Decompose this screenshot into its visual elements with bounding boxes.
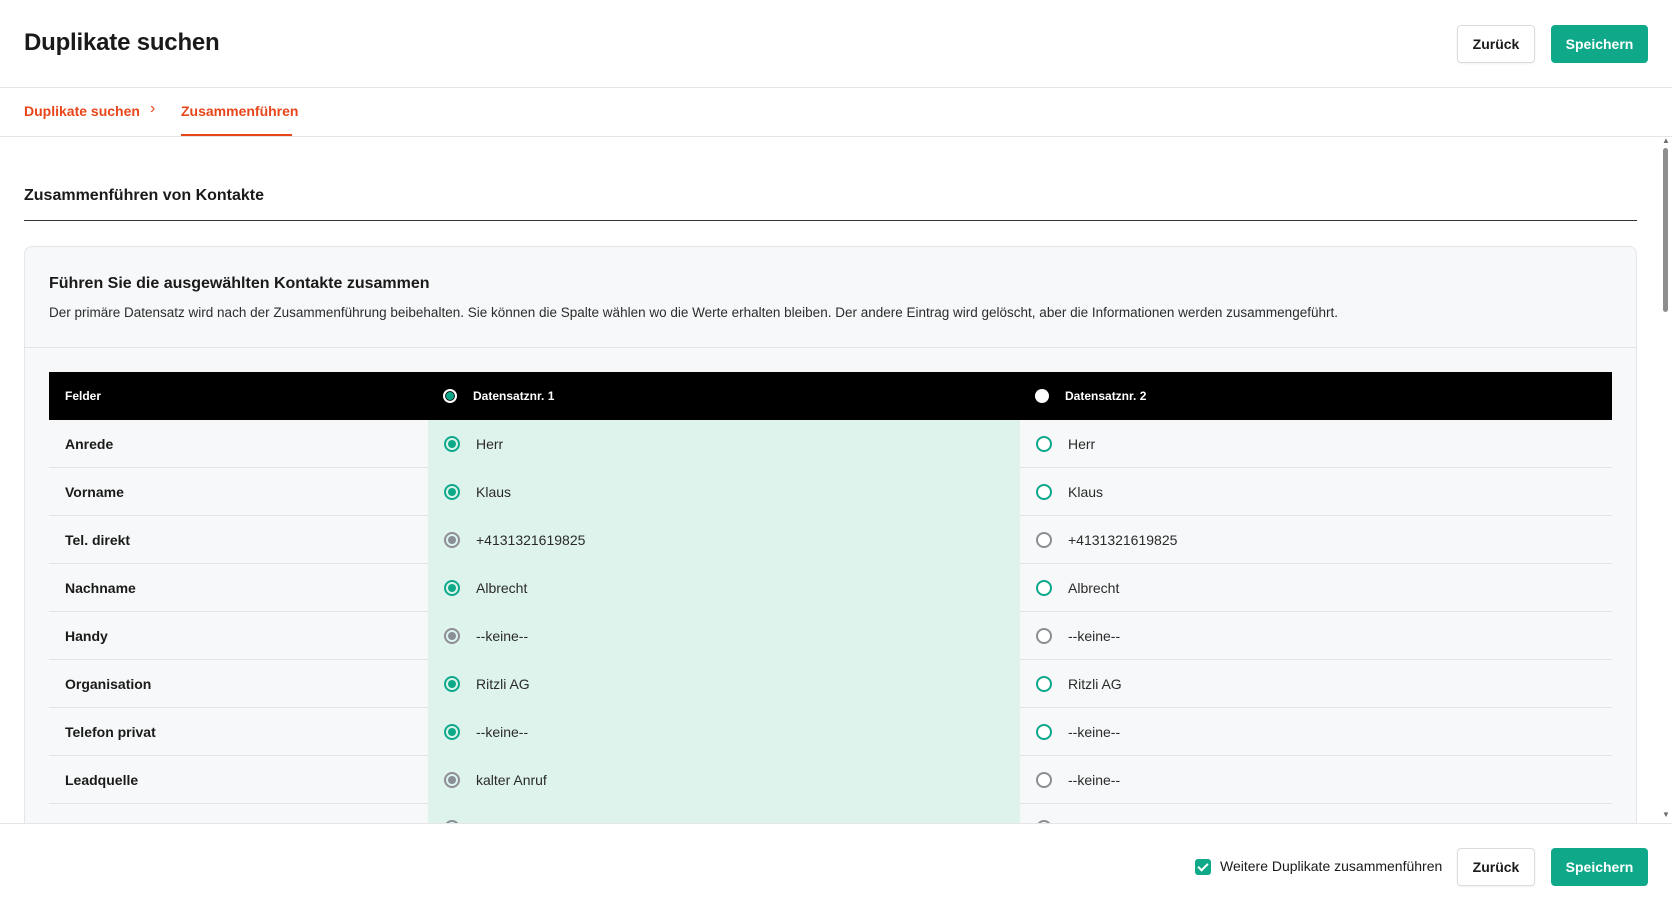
record-1-value: kalter Anruf: [476, 772, 547, 788]
column-header-fields: Felder: [65, 389, 102, 403]
record-1-value: Ritzli AG: [476, 676, 530, 692]
record-2-value-cell[interactable]: Ritzli AG: [1020, 660, 1612, 708]
record-2-value-radio[interactable]: [1036, 676, 1052, 692]
field-name: Leadquelle: [65, 772, 139, 788]
table-row: Handy --keine-- --keine--: [49, 612, 1612, 660]
record-1-value-cell[interactable]: Albrecht: [428, 564, 1020, 612]
table-row: Nachname Albrecht Albrecht: [49, 564, 1612, 612]
chevron-right-icon: ›: [150, 100, 156, 117]
save-button[interactable]: Speichern: [1551, 25, 1648, 63]
record-1-value: --keine--: [476, 628, 529, 644]
footer-save-button[interactable]: Speichern: [1551, 848, 1648, 886]
record-2-label: Datensatznr. 2: [1065, 389, 1147, 403]
field-name: Handy: [65, 628, 108, 644]
scrollbar-thumb[interactable]: [1663, 148, 1668, 312]
field-name: Nachname: [65, 580, 136, 596]
record-2-value: +4131321619825: [1068, 532, 1178, 548]
record-2-value-radio[interactable]: [1036, 628, 1052, 644]
record-2-value-radio[interactable]: [1036, 580, 1052, 596]
record-1-value-radio[interactable]: [444, 436, 460, 452]
table-row: Leadquelle kalter Anruf --keine--: [49, 756, 1612, 804]
column-header-record-1[interactable]: Datensatznr. 1: [443, 372, 554, 420]
record-2-primary-radio[interactable]: [1035, 389, 1049, 403]
record-1-value-radio[interactable]: [444, 724, 460, 740]
record-1-value: --keine--: [476, 724, 529, 740]
breadcrumb: Duplikate suchen › Zusammenführen: [0, 88, 1672, 137]
record-1-value-cell[interactable]: --keine--: [428, 612, 1020, 660]
record-1-value-radio[interactable]: [444, 484, 460, 500]
table-row: Tel. direkt +4131321619825 +4131321619825: [49, 516, 1612, 564]
record-1-value: +4131321619825: [476, 532, 586, 548]
merge-table: Felder Datensatznr. 1 Datensatznr. 2 Anr…: [49, 372, 1612, 852]
record-2-value: Klaus: [1068, 484, 1104, 500]
merge-more-duplicates-checkbox[interactable]: [1195, 859, 1211, 875]
breadcrumb-step-find-duplicates[interactable]: Duplikate suchen: [24, 103, 140, 119]
record-1-value-cell[interactable]: +4131321619825: [428, 516, 1020, 564]
record-2-value-cell[interactable]: --keine--: [1020, 756, 1612, 804]
record-2-value: Herr: [1068, 436, 1096, 452]
record-1-value-radio[interactable]: [444, 772, 460, 788]
record-2-value-cell[interactable]: Herr: [1020, 420, 1612, 468]
table-header: Felder Datensatznr. 1 Datensatznr. 2: [49, 372, 1612, 420]
breadcrumb-step-merge[interactable]: Zusammenführen: [181, 103, 298, 119]
record-2-value-radio[interactable]: [1036, 436, 1052, 452]
record-2-value-cell[interactable]: --keine--: [1020, 612, 1612, 660]
record-1-label: Datensatznr. 1: [473, 389, 555, 403]
record-2-value: --keine--: [1068, 724, 1121, 740]
record-1-primary-radio[interactable]: [443, 389, 457, 403]
record-1-value-cell[interactable]: Ritzli AG: [428, 660, 1020, 708]
field-name: Organisation: [65, 676, 152, 692]
record-2-value-cell[interactable]: Klaus: [1020, 468, 1612, 516]
record-2-value: Albrecht: [1068, 580, 1120, 596]
active-step-indicator: [181, 134, 292, 136]
field-name: Vorname: [65, 484, 124, 500]
record-1-value-cell[interactable]: Klaus: [428, 468, 1020, 516]
column-header-record-2[interactable]: Datensatznr. 2: [1035, 372, 1146, 420]
table-row: Anrede Herr Herr: [49, 420, 1612, 468]
card-title: Führen Sie die ausgewählten Kontakte zus…: [49, 275, 430, 292]
section-title: Zusammenführen von Kontakte: [24, 187, 265, 204]
record-2-value-cell[interactable]: Albrecht: [1020, 564, 1612, 612]
record-1-value: Albrecht: [476, 580, 528, 596]
record-2-value: --keine--: [1068, 628, 1121, 644]
record-1-value-radio[interactable]: [444, 532, 460, 548]
record-1-value: Herr: [476, 436, 504, 452]
record-2-value-radio[interactable]: [1036, 532, 1052, 548]
record-1-value-cell[interactable]: --keine--: [428, 708, 1020, 756]
record-2-value: --keine--: [1068, 772, 1121, 788]
field-name: Anrede: [65, 436, 114, 452]
field-name: Tel. direkt: [65, 532, 131, 548]
record-1-value: Klaus: [476, 484, 512, 500]
table-row: Telefon privat --keine-- --keine--: [49, 708, 1612, 756]
scroll-up-icon[interactable]: ▲: [1662, 136, 1670, 145]
table-row: Organisation Ritzli AG Ritzli AG: [49, 660, 1612, 708]
field-name: Telefon privat: [65, 724, 156, 740]
scroll-down-icon[interactable]: ▼: [1662, 810, 1670, 819]
record-1-value-cell[interactable]: Herr: [428, 420, 1020, 468]
record-2-value-cell[interactable]: +4131321619825: [1020, 516, 1612, 564]
record-2-value-radio[interactable]: [1036, 484, 1052, 500]
page-header: Duplikate suchen Zurück Speichern: [0, 0, 1672, 88]
back-button[interactable]: Zurück: [1457, 25, 1535, 63]
card-divider: [25, 347, 1636, 348]
footer-back-button[interactable]: Zurück: [1457, 848, 1535, 886]
record-1-value-radio[interactable]: [444, 580, 460, 596]
record-2-value: Ritzli AG: [1068, 676, 1122, 692]
table-row: Vorname Klaus Klaus: [49, 468, 1612, 516]
record-2-value-radio[interactable]: [1036, 772, 1052, 788]
card-description: Der primäre Datensatz wird nach der Zusa…: [49, 305, 1338, 320]
table-body: Anrede Herr Herr Vorname Klaus Klaus Tel. dire…: [49, 420, 1612, 852]
record-1-value-radio[interactable]: [444, 628, 460, 644]
record-1-value-cell[interactable]: kalter Anruf: [428, 756, 1020, 804]
page-title: Duplikate suchen: [24, 29, 220, 56]
record-1-value-radio[interactable]: [444, 676, 460, 692]
merge-more-duplicates-label[interactable]: Weitere Duplikate zusammenführen: [1220, 858, 1442, 874]
record-2-value-cell[interactable]: --keine--: [1020, 708, 1612, 756]
section-divider: [24, 220, 1637, 221]
page-footer: Weitere Duplikate zusammenführen Zurück …: [0, 823, 1672, 911]
merge-duplicates-page: Duplikate suchen Zurück Speichern Duplik…: [0, 0, 1672, 911]
record-2-value-radio[interactable]: [1036, 724, 1052, 740]
